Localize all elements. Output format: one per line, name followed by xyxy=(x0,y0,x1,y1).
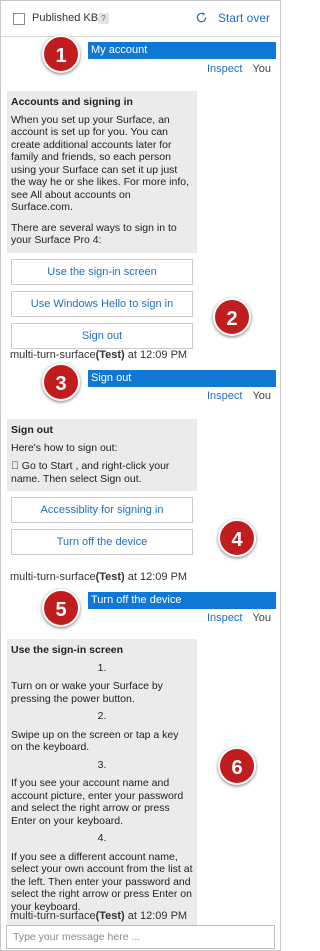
chat-window: Published KB ? Start over My account Ins… xyxy=(0,0,281,951)
bot-sender-line: multi-turn-surface(Test) at 12:09 PM xyxy=(10,349,187,361)
step-number: 2. xyxy=(97,710,107,722)
bot-name: multi-turn-surface xyxy=(10,349,96,361)
message-time: at 12:09 PM xyxy=(124,910,188,922)
card-title: Sign out xyxy=(11,424,53,436)
message-meta: Inspect You xyxy=(207,390,271,402)
message-time: at 12:09 PM xyxy=(124,571,188,583)
bot-tag: (Test) xyxy=(95,349,125,361)
marker-badge: 4 xyxy=(218,519,256,557)
bot-card-sign-in-screen: Use the sign-in screen 1. Turn on or wak… xyxy=(7,639,197,926)
card-text: Here's how to sign out: xyxy=(11,441,118,454)
bot-card-accounts: Accounts and signing in When you set up … xyxy=(7,91,197,356)
inspect-link[interactable]: Inspect xyxy=(207,63,242,75)
published-kb-checkbox[interactable] xyxy=(13,13,25,25)
step-number: 4. xyxy=(97,832,107,844)
steps-list: 1. Turn on or wake your Surface by press… xyxy=(11,662,193,914)
bot-name: multi-turn-surface xyxy=(10,571,96,583)
turn-off-device-button[interactable]: Turn off the device xyxy=(11,529,193,555)
user-message: Turn off the device xyxy=(88,592,276,609)
bot-card-sign-out: Sign out Here's how to sign out:  Go to… xyxy=(7,419,197,562)
published-kb-label: Published KB xyxy=(32,12,99,24)
bot-sender-line: multi-turn-surface(Test) at 12:09 PM xyxy=(10,571,187,583)
sender-you: You xyxy=(252,63,271,75)
step-text: If you see your account name and account… xyxy=(11,777,184,827)
message-input[interactable] xyxy=(7,926,274,948)
card-actions: Accessiblity for signing in Turn off the… xyxy=(7,491,197,562)
marker-badge: 3 xyxy=(42,363,80,401)
bot-tag: (Test) xyxy=(95,910,125,922)
card-text: There are several ways to sign in to you… xyxy=(11,221,177,247)
marker-badge: 1 xyxy=(42,35,80,73)
message-meta: Inspect You xyxy=(207,63,271,75)
sign-out-button[interactable]: Sign out xyxy=(11,322,193,349)
sender-you: You xyxy=(252,612,271,624)
inspect-link[interactable]: Inspect xyxy=(207,612,242,624)
help-icon[interactable]: ? xyxy=(98,13,109,24)
card-title: Accounts and signing in xyxy=(11,96,133,108)
card-text:  Go to Start , and right-click your nam… xyxy=(11,460,191,485)
card-text: When you set up your Surface, an account… xyxy=(11,113,189,214)
bot-tag: (Test) xyxy=(95,571,125,583)
message-meta: Inspect You xyxy=(207,612,271,624)
marker-badge: 2 xyxy=(213,298,251,336)
card-actions: Use the sign-in screen Use Windows Hello… xyxy=(7,252,197,356)
inspect-link[interactable]: Inspect xyxy=(207,390,242,402)
step-text: If you see a different account name, sel… xyxy=(11,850,193,913)
card-title: Use the sign-in screen xyxy=(11,644,124,656)
bot-sender-line: multi-turn-surface(Test) at 12:09 PM xyxy=(10,910,187,922)
bot-name: multi-turn-surface xyxy=(10,910,96,922)
message-input-box xyxy=(6,925,275,949)
message-time: at 12:09 PM xyxy=(124,349,188,361)
user-message: Sign out xyxy=(88,370,276,387)
step-text: Turn on or wake your Surface by pressing… xyxy=(11,680,163,705)
top-bar: Published KB ? Start over xyxy=(1,1,280,37)
user-message: My account xyxy=(88,42,276,59)
marker-badge: 5 xyxy=(42,589,80,627)
start-over-button[interactable]: Start over xyxy=(218,11,270,25)
sender-you: You xyxy=(252,390,271,402)
refresh-icon[interactable] xyxy=(195,11,208,24)
use-sign-in-screen-button[interactable]: Use the sign-in screen xyxy=(11,258,193,285)
step-text: Swipe up on the screen or tap a key on t… xyxy=(11,728,179,754)
accessibility-signing-in-button[interactable]: Accessiblity for signing in xyxy=(11,497,193,523)
marker-badge: 6 xyxy=(218,747,256,785)
step-number: 1. xyxy=(97,661,107,674)
use-windows-hello-button[interactable]: Use Windows Hello to sign in xyxy=(11,290,193,317)
step-number: 3. xyxy=(97,758,107,771)
